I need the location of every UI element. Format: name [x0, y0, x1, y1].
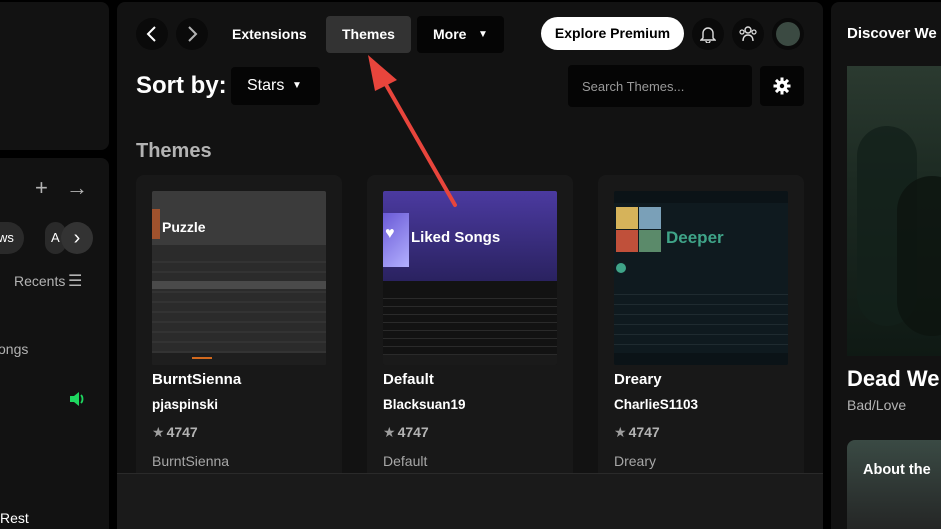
- annotation-arrow: [368, 55, 457, 207]
